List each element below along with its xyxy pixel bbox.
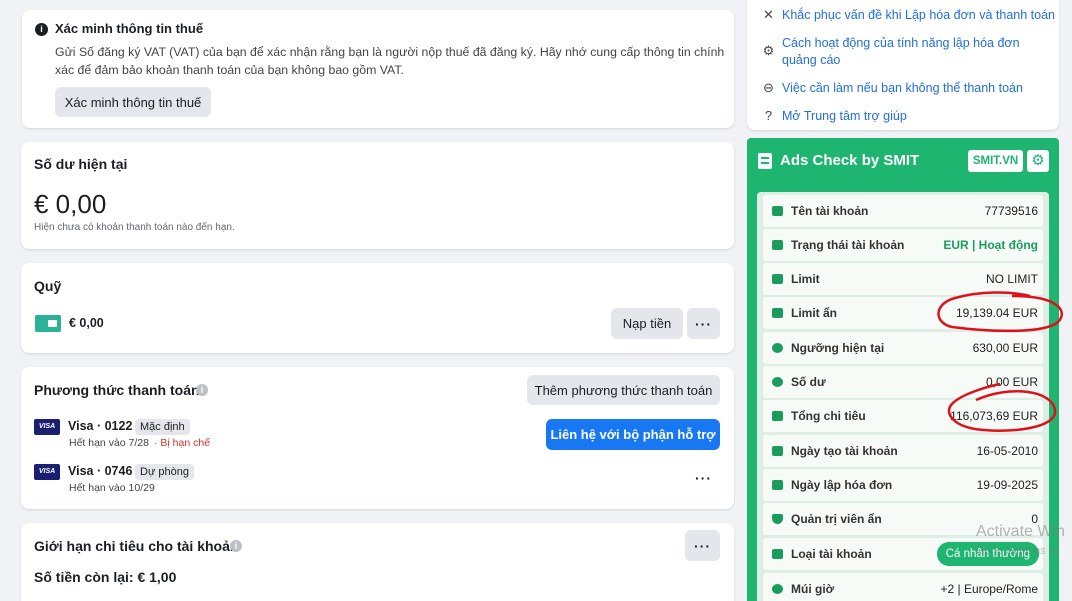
help-link-troubleshoot[interactable]: Khắc phục vấn đề khi Lập hóa đơn và than… (782, 8, 1055, 22)
chart-icon (772, 240, 783, 250)
wallet-icon (35, 315, 61, 332)
funds-amount: € 0,00 (69, 316, 104, 330)
smit-row-account-name: Tên tài khoản 77739516 (763, 195, 1043, 227)
smit-row-limit: Limit NO LIMIT (763, 263, 1043, 295)
smit-row-created-date: Ngày tạo tài khoản 16-05-2010 (763, 435, 1043, 467)
balance-title: Số dư hiện tại (34, 156, 128, 172)
smit-row-timezone: Múi giờ +2 | Europe/Rome (763, 573, 1043, 601)
card-expiry: Hết hạn vào 10/29 (69, 482, 155, 494)
spending-limit-card: Giới hạn chi tiêu cho tài khoản i ··· Số… (21, 523, 734, 601)
calendar-icon (772, 446, 783, 456)
card-name: Visa · 0122 (68, 419, 133, 433)
smit-row-balance: Số dư 0,00 EUR (763, 366, 1043, 398)
activate-windows-hint: Go to Settings to (976, 545, 1058, 557)
smit-site-badge[interactable]: SMIT.VN (968, 150, 1023, 172)
funds-title: Quỹ (34, 278, 62, 294)
card-name: Visa · 0746 (68, 464, 133, 478)
help-links-card: ✕ Khắc phục vấn đề khi Lập hóa đơn và th… (747, 0, 1059, 130)
smit-row-current-threshold: Ngưỡng hiện tại 630,00 EUR (763, 332, 1043, 364)
smit-row-billing-date: Ngày lập hóa đơn 19-09-2025 (763, 469, 1043, 501)
visa-card-icon: VISA (34, 464, 60, 480)
default-badge: Mặc định (135, 419, 190, 435)
card-expiry: Hết hạn vào 7/28 (69, 437, 149, 449)
gear-icon: ⚙ (762, 43, 775, 58)
wallet-icon (772, 411, 783, 421)
remaining-amount: Số tiền còn lại: € 1,00 (34, 569, 177, 585)
help-link-cannot-pay[interactable]: Việc cần làm nếu bạn không thể thanh toá… (782, 81, 1023, 95)
gauge-icon (772, 343, 783, 353)
tax-description-line1: Gửi Số đăng ký VAT (VAT) của bạn để xác … (55, 45, 725, 59)
tax-title: Xác minh thông tin thuế (55, 21, 204, 36)
calendar-check-icon (772, 480, 783, 490)
shield-icon (772, 514, 783, 524)
balance-amount: € 0,00 (34, 189, 107, 219)
add-payment-method-button[interactable]: Thêm phương thức thanh toán (527, 375, 720, 405)
help-link-how-billing-works[interactable]: Cách hoạt động của tính năng lập hóa đơn (782, 36, 1020, 50)
verify-tax-button[interactable]: Xác minh thông tin thuế (55, 87, 211, 117)
backup-badge: Dự phòng (135, 464, 194, 480)
activate-windows-watermark: Activate Win (976, 523, 1065, 540)
visa-card-icon: VISA (34, 419, 60, 435)
help-link-help-center[interactable]: Mở Trung tâm trợ giúp (782, 109, 907, 123)
piggy-bank-icon (772, 308, 783, 318)
current-balance-card: Số dư hiện tại € 0,00 Hiện chưa có khoản… (21, 142, 734, 249)
payment-title: Phương thức thanh toán (34, 382, 200, 398)
limit-more-button[interactable]: ··· (685, 530, 720, 561)
card-icon (772, 274, 783, 284)
limit-title: Giới hạn chi tiêu cho tài khoản (34, 538, 239, 554)
restricted-status: · Bị hạn chế (154, 437, 211, 449)
tax-description-line2: xác để đảm bảo khoản thanh toán của bạn … (55, 63, 404, 77)
question-circle-icon: ? (764, 108, 773, 123)
smit-row-account-status: Trạng thái tài khoản EUR | Hoạt động (763, 229, 1043, 261)
topup-button[interactable]: Nạp tiền (611, 308, 683, 339)
minus-circle-icon: ⊖ (763, 80, 774, 95)
settings-gear-icon[interactable]: ⚙ (1027, 150, 1049, 172)
smit-row-total-spend: Tổng chi tiêu 116,073,69 EUR (763, 400, 1043, 432)
user-card-icon (772, 549, 783, 559)
info-icon[interactable]: i (230, 540, 242, 552)
dollar-coin-icon (772, 377, 783, 387)
smit-title: Ads Check by SMIT (780, 152, 920, 169)
document-icon (758, 153, 772, 169)
info-icon: i (35, 23, 48, 36)
tools-icon: ✕ (763, 7, 774, 22)
clock-icon (772, 584, 783, 594)
funds-more-button[interactable]: ··· (687, 308, 720, 339)
payment-methods-card: Phương thức thanh toán i Thêm phương thứ… (21, 367, 734, 509)
balance-note: Hiện chưa có khoản thanh toán nào đến hạ… (34, 222, 235, 233)
id-card-icon (772, 206, 783, 216)
help-link-how-billing-works-line2[interactable]: quảng cáo (782, 53, 840, 67)
card-more-button[interactable]: ··· (695, 470, 712, 486)
contact-support-button[interactable]: Liên hệ với bộ phận hỗ trợ (546, 419, 720, 450)
tax-verification-card: i Xác minh thông tin thuế Gửi Số đăng ký… (22, 10, 734, 128)
info-icon[interactable]: i (196, 384, 208, 396)
funds-card: Quỹ € 0,00 Nạp tiền ··· (21, 263, 734, 353)
smit-row-hidden-limit: Limit ẩn 19,139.04 EUR (763, 297, 1043, 329)
